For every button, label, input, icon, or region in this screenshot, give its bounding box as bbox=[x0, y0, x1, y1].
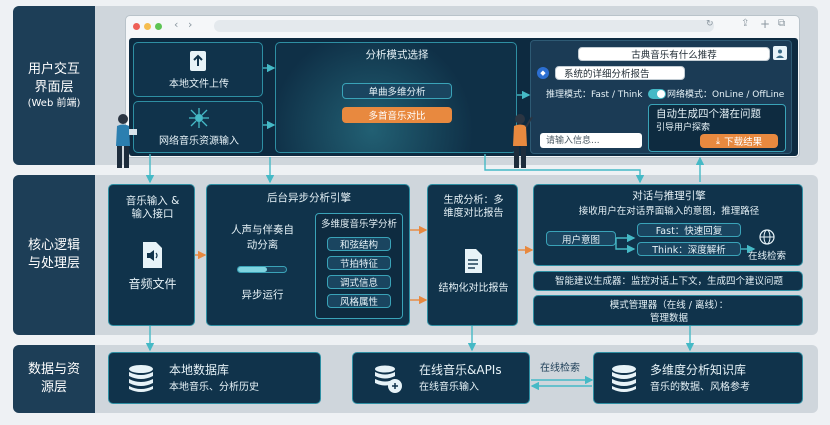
musicology-title: 多维度音乐学分析 bbox=[320, 219, 397, 230]
progress-fill bbox=[238, 267, 267, 272]
address-bar[interactable] bbox=[214, 20, 714, 32]
report-gen-title: 生成分析：多 维度对比报告 bbox=[443, 195, 504, 219]
progress-bar bbox=[237, 266, 287, 273]
reload-icon[interactable]: ↻ bbox=[706, 19, 714, 29]
mode-manager-panel: 模式管理器（在线 / 离线）： 管理数据 bbox=[533, 295, 803, 326]
think-node: Think：深度解析 bbox=[637, 242, 741, 256]
minimize-dot-icon[interactable] bbox=[144, 23, 151, 30]
back-icon[interactable]: ‹ bbox=[174, 18, 178, 31]
intent-node: 用户意图 bbox=[546, 231, 616, 246]
download-button[interactable]: ⤓ 下载结果 bbox=[700, 134, 778, 148]
suggestion-title: 自动生成四个潜在问题 bbox=[656, 108, 761, 120]
logic-layer-label: 核心逻辑 与处理层 bbox=[13, 175, 95, 335]
suggestion-generator-label: 智能建议生成器：监控对话上下文，生成四个建议问题 bbox=[554, 276, 783, 287]
dialog-engine-title: 对话与推理引擎 bbox=[632, 190, 706, 202]
mode-manager-sublabel: 管理数据 bbox=[649, 313, 688, 324]
local-db-subtitle: 本地音乐、分析历史 bbox=[169, 382, 259, 393]
report-doc-icon bbox=[461, 247, 485, 275]
tabs-icon[interactable]: ⧉ bbox=[778, 18, 785, 29]
online-api-panel: 在线音乐&APIs 在线音乐输入 bbox=[352, 352, 530, 404]
online-api-title: 在线音乐&APIs bbox=[419, 363, 502, 377]
chip-chord: 和弦结构 bbox=[327, 237, 391, 251]
mode-select-panel: 分析模式选择 单曲多维分析 多首音乐对比 bbox=[275, 42, 517, 153]
user-figure-right-icon bbox=[513, 114, 533, 168]
chat-input-placeholder: 请输入信息... bbox=[546, 136, 600, 146]
chip-style: 风格属性 bbox=[327, 294, 391, 308]
async-label: 异步运行 bbox=[241, 289, 284, 301]
close-dot-icon[interactable] bbox=[133, 23, 140, 30]
download-icon: ⤓ bbox=[715, 135, 721, 147]
chat-bot-message: 系统的详细分析报告 bbox=[555, 66, 685, 80]
knowledge-db-icon bbox=[608, 362, 640, 396]
chip-beat: 节拍特征 bbox=[327, 256, 391, 270]
suggestion-generator-panel: 智能建议生成器：监控对话上下文，生成四个建议问题 bbox=[533, 271, 803, 291]
download-label: 下载结果 bbox=[724, 137, 763, 148]
suggestion-subtitle: 引导用户探索 bbox=[656, 123, 711, 133]
separation-label: 人声与伴奏自 动分离 bbox=[231, 224, 294, 251]
knowledge-base-subtitle: 音乐的数据、风格参考 bbox=[650, 382, 750, 393]
data-layer-label: 数据与资 源层 bbox=[13, 345, 95, 413]
dialog-engine-panel: 对话与推理引擎 接收用户在对话界面输入的意图，推理路径 用户意图 Fast：快速… bbox=[533, 184, 803, 266]
knowledge-base-title: 多维度分析知识库 bbox=[650, 363, 747, 377]
infer-mode-toggle[interactable] bbox=[648, 89, 666, 99]
ui-layer-label: 用户交互 界面层 (Web 前端) bbox=[13, 6, 95, 165]
report-gen-label: 结构化对比报告 bbox=[438, 283, 509, 294]
local-db-panel: 本地数据库 本地音乐、分析历史 bbox=[108, 352, 321, 404]
network-input-panel[interactable]: 网络音乐资源输入 bbox=[133, 101, 263, 153]
music-input-title: 音乐输入 & 输入接口 bbox=[125, 195, 180, 220]
file-upload-icon bbox=[186, 49, 210, 73]
dialog-engine-subtitle: 接收用户在对话界面输入的意图，推理路径 bbox=[578, 206, 760, 217]
mode-select-title: 分析模式选择 bbox=[365, 49, 429, 61]
chat-user-message: 古典音乐有什么推荐 bbox=[578, 47, 770, 61]
fast-node: Fast：快速回复 bbox=[637, 223, 741, 237]
audio-file-icon bbox=[139, 240, 165, 270]
mode-single-button[interactable]: 单曲多维分析 bbox=[342, 83, 452, 99]
chip-mode: 调式信息 bbox=[327, 275, 391, 289]
user-avatar-icon bbox=[773, 46, 787, 60]
online-search-label: 在线检索 bbox=[748, 251, 787, 262]
cloud-database-icon bbox=[371, 362, 405, 396]
music-input-panel: 音乐输入 & 输入接口 音频文件 bbox=[108, 184, 195, 326]
bot-avatar-icon: ◆ bbox=[537, 67, 549, 79]
report-gen-panel: 生成分析：多 维度对比报告 结构化对比报告 bbox=[427, 184, 518, 326]
infer-mode-label: 推理模式：Fast / Think bbox=[546, 90, 643, 100]
knowledge-base-panel: 多维度分析知识库 音乐的数据、风格参考 bbox=[593, 352, 803, 404]
local-upload-panel[interactable]: 本地文件上传 bbox=[133, 42, 263, 97]
ui-layer-title: 用户交互 界面层 bbox=[27, 61, 80, 95]
database-icon bbox=[125, 362, 157, 396]
forward-icon[interactable]: › bbox=[188, 18, 192, 31]
network-label: 网络音乐资源输入 bbox=[159, 136, 239, 147]
audio-file-label: 音频文件 bbox=[128, 277, 177, 291]
online-api-subtitle: 在线音乐输入 bbox=[419, 382, 479, 393]
share-icon[interactable]: ⇪ bbox=[741, 18, 749, 29]
maximize-dot-icon[interactable] bbox=[155, 23, 162, 30]
ui-layer-subtitle: (Web 前端) bbox=[27, 97, 81, 109]
async-engine-title: 后台异步分析引擎 bbox=[267, 192, 351, 204]
user-figure-left-icon bbox=[116, 114, 137, 168]
logic-layer-title: 核心逻辑 与处理层 bbox=[27, 238, 80, 271]
async-engine-panel: 后台异步分析引擎 人声与伴奏自 动分离 异步运行 多维度音乐学分析 和弦结构 节… bbox=[206, 184, 410, 326]
mode-multi-button[interactable]: 多首音乐对比 bbox=[342, 107, 452, 123]
net-mode-label: 网络模式：OnLine / OffLine bbox=[667, 90, 785, 100]
globe-icon bbox=[758, 228, 776, 246]
new-tab-icon[interactable]: + bbox=[760, 17, 770, 31]
local-db-title: 本地数据库 bbox=[169, 363, 230, 377]
data-search-label: 在线检索 bbox=[540, 363, 580, 374]
toggle-knob bbox=[657, 90, 665, 98]
upload-label: 本地文件上传 bbox=[169, 79, 229, 90]
data-layer-title: 数据与资 源层 bbox=[27, 362, 80, 395]
mode-manager-label: 模式管理器（在线 / 离线）： bbox=[609, 300, 729, 311]
network-hub-icon bbox=[186, 105, 212, 131]
